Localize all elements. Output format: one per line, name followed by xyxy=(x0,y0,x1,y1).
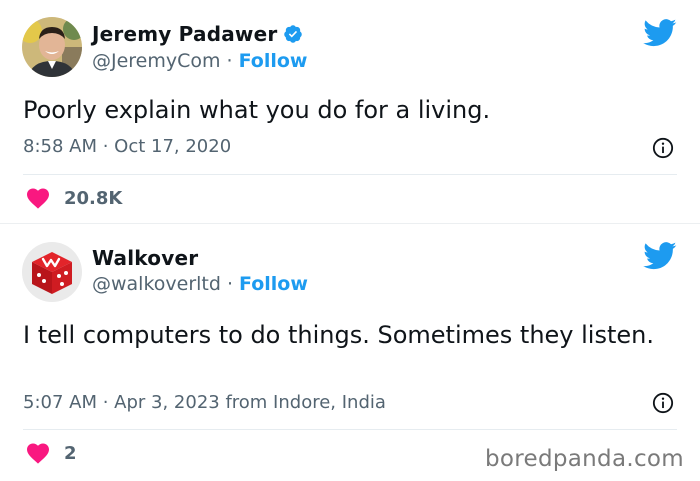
watermark: boredpanda.com xyxy=(485,446,684,472)
twitter-bird-icon[interactable] xyxy=(643,242,677,270)
red-dice-logo-avatar xyxy=(22,242,82,302)
twitter-bird-icon[interactable] xyxy=(643,19,677,47)
info-icon[interactable] xyxy=(652,392,674,414)
handle-row: @JeremyCom · Follow xyxy=(92,50,307,72)
divider xyxy=(23,429,677,430)
like-count: 2 xyxy=(64,442,77,464)
author-name[interactable]: Walkover xyxy=(92,246,198,270)
person-photo-avatar xyxy=(22,17,82,77)
follow-link[interactable]: Follow xyxy=(239,50,308,72)
like-count: 20.8K xyxy=(64,187,123,209)
verified-badge-icon xyxy=(284,25,303,43)
tweet-card: Jeremy Padawer @JeremyCom · Follow Poorly … xyxy=(0,0,700,224)
tweet-card: Walkover @walkoverltd · Follow I tell comp… xyxy=(0,224,700,481)
heart-icon xyxy=(27,443,49,464)
handle-row: @walkoverltd · Follow xyxy=(92,273,308,295)
author-name-row[interactable]: Jeremy Padawer xyxy=(92,22,303,46)
tweet-text: Poorly explain what you do for a living. xyxy=(23,96,491,124)
heart-icon xyxy=(27,188,49,209)
divider xyxy=(23,174,677,175)
avatar[interactable] xyxy=(22,242,82,302)
like-button[interactable]: 2 xyxy=(26,442,77,464)
author-handle[interactable]: @walkoverltd xyxy=(92,273,221,295)
tweet-timestamp[interactable]: 8:58 AM · Oct 17, 2020 xyxy=(23,136,231,157)
follow-link[interactable]: Follow xyxy=(239,273,308,295)
avatar[interactable] xyxy=(22,17,82,77)
author-name-row[interactable]: Walkover xyxy=(92,246,198,270)
info-icon[interactable] xyxy=(652,137,674,159)
separator-dot: · xyxy=(226,50,233,72)
like-button[interactable]: 20.8K xyxy=(26,187,122,209)
author-name[interactable]: Jeremy Padawer xyxy=(92,22,277,46)
separator-dot: · xyxy=(226,273,233,295)
tweet-text: I tell computers to do things. Sometimes… xyxy=(23,321,654,349)
tweet-timestamp[interactable]: 5:07 AM · Apr 3, 2023 from Indore, India xyxy=(23,392,386,413)
author-handle[interactable]: @JeremyCom xyxy=(92,50,221,72)
